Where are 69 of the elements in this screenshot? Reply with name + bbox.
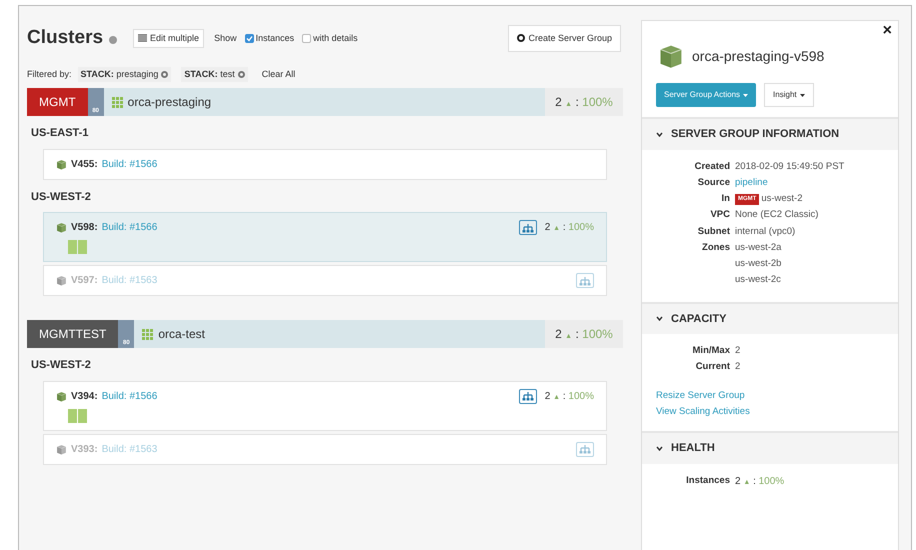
field-value: us-west-2	[761, 192, 803, 206]
field-value: us-west-2c	[735, 273, 781, 288]
field-label: Zones	[701, 240, 730, 255]
load-balancer-icon[interactable]	[518, 388, 537, 404]
field-label: Created	[694, 160, 730, 174]
load-balancer-icon[interactable]	[518, 220, 537, 235]
field-value: 2	[735, 344, 740, 358]
cluster-name[interactable]: orca-prestaging	[128, 93, 212, 111]
server-group-version: V597:	[71, 274, 98, 288]
server-group-version: V598:	[71, 221, 98, 235]
cube-icon	[56, 390, 67, 402]
checkbox[interactable]	[302, 34, 312, 43]
cube-icon	[56, 444, 67, 454]
cube-icon	[658, 43, 684, 69]
field-value: us-west-2a	[735, 240, 782, 255]
cube-icon	[56, 158, 67, 170]
close-button[interactable]: ×	[882, 23, 892, 39]
show-label: Show	[214, 32, 237, 44]
checkbox[interactable]	[244, 34, 254, 43]
field-label: Instances	[685, 474, 730, 488]
field-label: Subnet	[696, 224, 730, 238]
section-header[interactable]: HEALTH	[642, 433, 898, 464]
instance-square[interactable]	[68, 408, 77, 422]
checkbox-option[interactable]: Instances	[244, 32, 294, 45]
instance-square[interactable]	[78, 408, 87, 422]
section-header[interactable]: SERVER GROUP INFORMATION	[642, 119, 898, 150]
region-label: US-WEST-2	[30, 358, 92, 373]
grid-icon	[142, 328, 154, 340]
filter-tag[interactable]: STACK: test	[181, 66, 248, 82]
field-label: In	[720, 192, 730, 206]
section-header[interactable]: CAPACITY	[642, 304, 898, 334]
instance-square[interactable]	[68, 240, 77, 254]
cube-icon	[56, 275, 67, 286]
list-icon	[138, 34, 148, 42]
instance-square[interactable]	[78, 240, 87, 254]
field-value: 2018-02-09 15:49:50 PST	[735, 160, 844, 174]
region-label: US-EAST-1	[30, 126, 90, 141]
edit-multiple-button[interactable]: Edit multiple	[133, 28, 204, 48]
field-value: 2	[735, 360, 740, 374]
server-group-version: V394:	[71, 390, 98, 404]
account-badge: MGMT	[27, 88, 88, 116]
server-group-version: V455:	[71, 158, 98, 172]
server-group-row[interactable]: V455: Build: #1566	[43, 148, 607, 180]
cube-icon	[56, 222, 67, 233]
chevron-icon	[656, 315, 663, 322]
field-label: Source	[696, 176, 730, 190]
field-value: internal (vpc0)	[735, 224, 796, 238]
checkbox-option[interactable]: with details	[302, 32, 358, 45]
page-title: Clusters	[27, 26, 104, 50]
insight-button[interactable]: Insight	[764, 83, 814, 107]
field-label: VPC	[709, 208, 730, 222]
cluster-name[interactable]: orca-test	[158, 325, 206, 343]
caret-icon	[800, 94, 805, 96]
filter-label: Filtered by:	[27, 68, 72, 81]
account-badge: MGMTTEST	[27, 320, 118, 348]
grid-icon	[112, 96, 123, 108]
chevron-icon	[656, 444, 663, 452]
filter-tag[interactable]: STACK: prestaging	[78, 66, 172, 82]
server-group-version: V393:	[71, 442, 98, 456]
create-server-group-button[interactable]: Create Server Group	[508, 24, 621, 52]
clear-all-link[interactable]: Clear All	[262, 68, 296, 81]
region-label: US-WEST-2	[30, 190, 92, 204]
field-label: Min/Max	[692, 344, 730, 358]
field-value: us-west-2b	[735, 257, 782, 271]
caret-icon	[743, 94, 748, 96]
detail-title: orca-prestaging-v598	[692, 46, 824, 66]
field-label: Current	[694, 360, 730, 374]
chevron-icon	[656, 130, 663, 138]
field-value: None (EC2 Classic)	[735, 208, 818, 222]
